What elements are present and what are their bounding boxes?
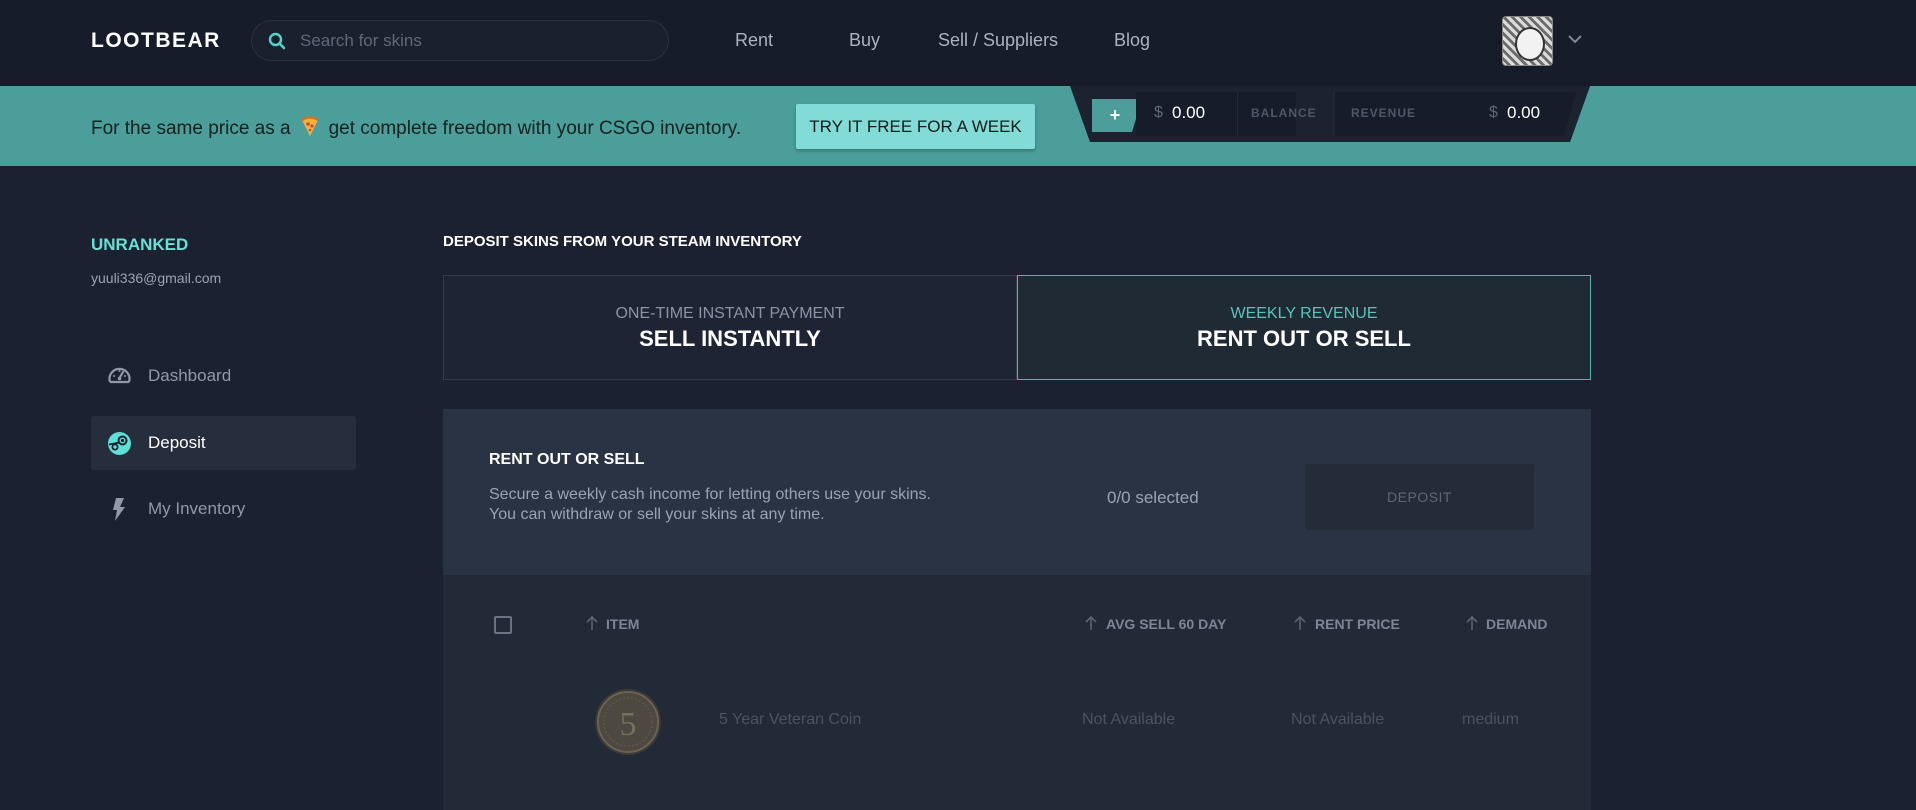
panel-description: Secure a weekly cash income for letting … [489,486,931,523]
avatar[interactable] [1502,16,1553,66]
section-title: DEPOSIT SKINS FROM YOUR STEAM INVENTORY [443,233,802,250]
rank-label: UNRANKED [91,235,189,254]
try-free-button[interactable]: TRY IT FREE FOR A WEEK [796,104,1035,149]
sidebar-item-dashboard[interactable]: Dashboard [91,349,356,403]
sidebar-item-deposit[interactable]: Deposit [91,416,356,470]
lightning-icon [113,498,125,521]
site-logo[interactable]: LOOTBEAR [91,29,221,53]
nav-rent[interactable]: Rent [735,30,773,51]
promo-text-after: get complete freedom with your CSGO inve… [328,118,742,139]
tab-rent-out-or-sell[interactable]: WEEKLY REVENUE RENT OUT OR SELL [1017,275,1591,380]
sort-arrow-icon[interactable] [1293,615,1307,631]
chevron-down-icon[interactable] [1567,33,1583,45]
deposit-button[interactable]: DEPOSIT [1305,464,1534,530]
column-header-avg-sell[interactable]: AVG SELL 60 DAY [1106,616,1226,632]
veteran-coin-icon: 5 [595,689,661,755]
sort-arrow-icon[interactable] [1084,615,1098,631]
balance-label: BALANCE [1251,106,1317,120]
sort-arrow-icon[interactable] [1465,615,1479,631]
tab-title: SELL INSTANTLY [639,326,821,351]
select-all-checkbox[interactable] [494,616,512,634]
panel-title: RENT OUT OR SELL [489,451,645,468]
row-demand: medium [1462,711,1519,728]
tab-sell-instantly[interactable]: ONE-TIME INSTANT PAYMENT SELL INSTANTLY [443,275,1017,380]
pizza-icon [300,116,319,136]
row-avg-sell: Not Available [1082,711,1176,728]
search-icon[interactable] [268,32,286,50]
sidebar-item-label: My Inventory [148,499,246,518]
balance-amount: 0.00 [1172,103,1206,122]
nav-blog[interactable]: Blog [1114,30,1150,51]
promo-text: For the same price as a get complete fre… [91,115,741,140]
user-email: yuuli336@gmail.com [91,270,222,286]
sidebar-item-label: Dashboard [148,366,232,385]
column-header-rent-price[interactable]: RENT PRICE [1315,616,1400,632]
column-header-item[interactable]: ITEM [606,616,639,632]
revenue-amount: 0.00 [1507,103,1541,122]
tab-title: RENT OUT OR SELL [1197,326,1411,351]
sort-arrow-icon[interactable] [585,615,599,631]
nav-sell-suppliers[interactable]: Sell / Suppliers [938,30,1058,51]
selected-count: 0/0 selected [1107,488,1199,507]
nav-buy[interactable]: Buy [849,30,880,51]
search-input[interactable] [300,21,660,60]
promo-text-before: For the same price as a [91,118,291,139]
tab-subtitle: WEEKLY REVENUE [1230,305,1378,322]
sidebar-item-my-inventory[interactable]: My Inventory [91,482,356,536]
balance-currency: $ [1154,104,1163,121]
column-header-demand[interactable]: DEMAND [1486,616,1547,632]
row-item-name: 5 Year Veteran Coin [719,711,862,728]
row-rent-price: Not Available [1291,711,1385,728]
gauge-icon [108,367,131,384]
add-funds-button[interactable]: + [1092,99,1138,132]
steam-icon [108,432,131,455]
tab-subtitle: ONE-TIME INSTANT PAYMENT [615,305,845,322]
revenue-label: REVENUE [1351,106,1417,120]
svg-text:5: 5 [620,706,637,743]
revenue-currency: $ [1489,104,1498,121]
sidebar-item-label: Deposit [148,433,206,452]
